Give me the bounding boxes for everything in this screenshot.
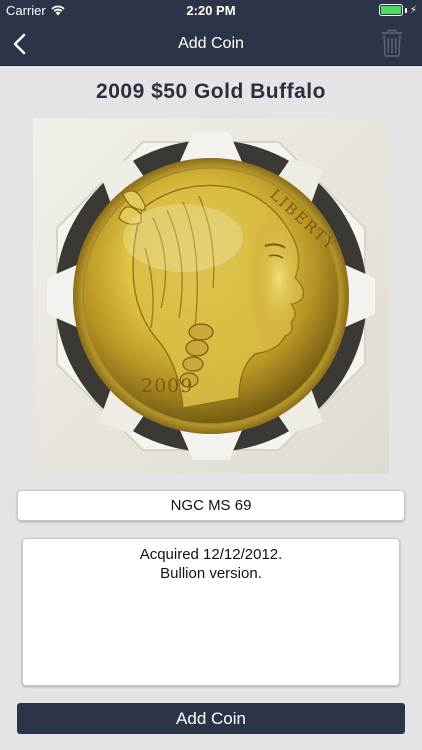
add-coin-screen: Carrier 2:20 PM ⚡ Add Coin 2009 $50 Gold… [0,0,422,750]
notes-line: Acquired 12/12/2012. [139,546,283,563]
charging-bolt-icon: ⚡ [409,4,417,16]
status-bar: Carrier 2:20 PM ⚡ [0,0,422,22]
status-right: ⚡ [378,4,417,16]
coin-photo[interactable]: LIBERTY 2009 [33,118,389,474]
navigation-bar: Add Coin [0,22,422,66]
nav-title: Add Coin [178,35,244,52]
notes-textarea[interactable]: Acquired 12/12/2012. Bullion version. [22,538,400,686]
grade-field[interactable]: NGC MS 69 [17,490,405,521]
battery-icon [378,4,403,16]
coin-inscription-year: 2009 [141,375,193,397]
status-time: 2:20 PM [186,3,236,18]
battery-tip [404,7,407,13]
add-coin-button[interactable]: Add Coin [17,703,405,734]
notes-line: Bullion version. [160,565,262,582]
delete-button[interactable] [380,28,404,58]
coin-title: 2009 $50 Gold Buffalo [96,80,326,103]
trash-icon [382,29,402,57]
battery-fill [380,6,401,14]
coin-image: LIBERTY 2009 [33,118,389,474]
